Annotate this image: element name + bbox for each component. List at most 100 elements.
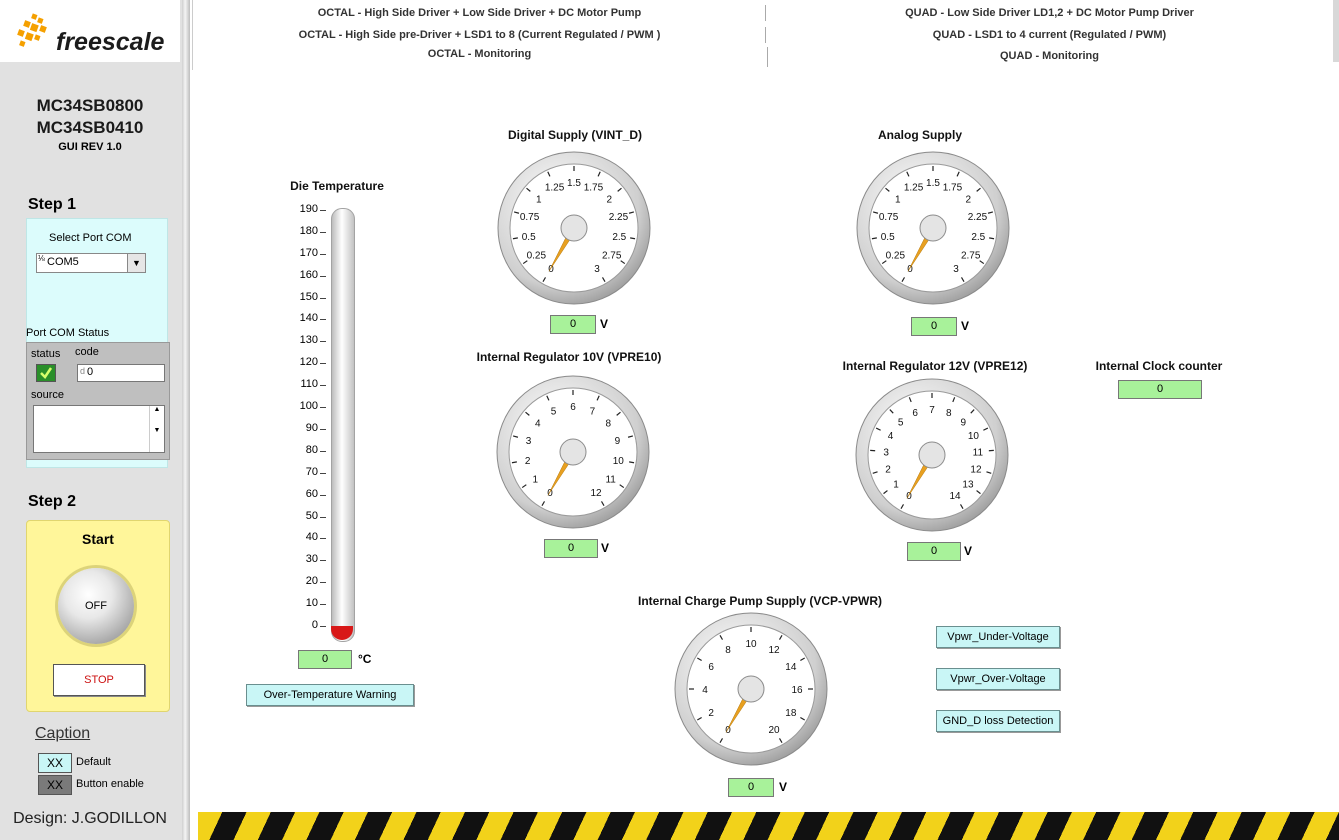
gauge-tick-label: 1: [533, 474, 539, 485]
chevron-down-icon[interactable]: ▼: [127, 254, 145, 272]
menu-octal-hsd[interactable]: OCTAL - High Side Driver + Low Side Driv…: [192, 7, 767, 19]
gauge-tick-label: 0: [547, 488, 553, 499]
gauge-tick-label: 18: [785, 708, 797, 719]
gauge-tick-label: 7: [929, 405, 935, 416]
thermo-tick-label: 80: [305, 443, 318, 456]
thermo-tick-label: 160: [299, 268, 318, 281]
thermo-tick-label: 170: [299, 246, 318, 259]
thermo-tick-label: 110: [300, 378, 318, 391]
knob-state-label: OFF: [85, 600, 107, 612]
thermo-tick-mark: [320, 582, 326, 584]
code-field[interactable]: d 0: [77, 364, 165, 382]
gauge-tick-label: 2: [606, 194, 612, 205]
menu-quad-current[interactable]: QUAD - LSD1 to 4 current (Regulated / PW…: [767, 29, 1332, 41]
thermo-tick-mark: [320, 363, 326, 365]
port-status-label: Port COM Status: [26, 327, 110, 339]
source-label: source: [31, 389, 65, 401]
thermo-tick-mark: [320, 604, 326, 606]
gauge-tick: [511, 461, 517, 464]
thermo-tick-label: 120: [299, 356, 318, 369]
thermo-tick-label: 50: [305, 509, 318, 522]
gauge-tick-label: 1.5: [567, 178, 581, 189]
gnd-d-loss-indicator[interactable]: GND_D loss Detection: [936, 710, 1060, 732]
thermo-tick-mark: [320, 450, 326, 452]
gauge-tick: [630, 237, 636, 240]
analog-unit: V: [961, 319, 970, 333]
status-check-icon: [36, 364, 56, 382]
gauge-tick-label: 4: [535, 418, 541, 429]
over-temperature-warning[interactable]: Over-Temperature Warning: [246, 684, 414, 706]
menu-quad-lsd[interactable]: QUAD - Low Side Driver LD1,2 + DC Motor …: [767, 7, 1332, 19]
gauge-tick-label: 0: [907, 264, 913, 275]
gauge-tick-label: 1.75: [943, 182, 963, 193]
gui-revision: GUI REV 1.0: [58, 141, 122, 153]
gauge-tick-label: 2.25: [968, 212, 988, 223]
chip-name-2: MC34SB0410: [36, 118, 144, 137]
gauge-tick-label: 7: [590, 406, 596, 417]
freescale-logo-text: freescale: [56, 28, 165, 56]
gauge-tick-label: 12: [970, 465, 982, 476]
gauge-hub: [918, 441, 946, 469]
vpre10-gauge: 012345 6 789101112: [496, 375, 650, 529]
menu-octal-monitoring[interactable]: OCTAL - Monitoring: [192, 48, 767, 60]
thermo-tick-label: 90: [305, 421, 318, 434]
hazard-stripe-banner: [198, 812, 1339, 840]
gauge-tick-label: 12: [590, 488, 602, 499]
menu-octal-pre-driver[interactable]: OCTAL - High Side pre-Driver + LSD1 to 8…: [192, 29, 767, 41]
thermo-tick-label: 140: [299, 312, 318, 325]
vpwr-under-voltage-indicator[interactable]: Vpwr_Under-Voltage: [936, 626, 1060, 648]
thermo-tick-mark: [320, 407, 326, 409]
start-knob-button[interactable]: OFF: [58, 568, 134, 644]
gauge-tick-label: 13: [962, 480, 974, 491]
thermo-tick-mark: [320, 626, 326, 627]
gauge-tick-label: 2: [708, 708, 714, 719]
clock-value: 0: [1118, 380, 1202, 399]
gauge-tick-label: 6: [570, 402, 576, 413]
gauge-tick-label: 0.25: [886, 250, 906, 261]
source-scrollbar[interactable]: ▲ ▼: [149, 406, 164, 452]
gauge-tick: [989, 237, 995, 240]
thermo-tick-mark: [320, 210, 326, 211]
vcp-unit: V: [779, 780, 788, 794]
thermo-tick-label: 0: [311, 619, 318, 631]
vcp-value: 0: [728, 778, 774, 797]
gauge-tick-label: 8: [605, 418, 611, 429]
vpre10-unit: V: [601, 541, 610, 555]
gauge-tick-label: 2: [525, 456, 531, 467]
gauge-tick-label: 0: [548, 264, 554, 275]
menu-quad-monitoring[interactable]: QUAD - Monitoring: [767, 50, 1332, 62]
gauge-tick-label: 14: [949, 491, 961, 502]
thermo-tick-mark: [320, 494, 326, 496]
gauge-tick-label: 20: [768, 725, 780, 736]
gauge-tick-label: 9: [961, 417, 967, 428]
vpwr-over-voltage-indicator[interactable]: Vpwr_Over-Voltage: [936, 668, 1060, 690]
designer-credit: Design: J.GODILLON: [13, 810, 167, 827]
thermo-tick-mark: [320, 253, 326, 255]
gauge-hub: [919, 214, 947, 242]
gauge-tick-label: 5: [551, 406, 557, 417]
thermo-tick-label: 180: [299, 224, 318, 237]
source-field[interactable]: ▲ ▼: [33, 405, 165, 453]
vint-d-value: 0: [550, 315, 596, 334]
gauge-tick: [512, 237, 518, 240]
gauge-tick-label: 2.75: [602, 250, 622, 261]
gauge-tick-label: 0.75: [879, 212, 899, 223]
gauge-tick-label: 4: [702, 685, 708, 696]
sidebar-divider: [182, 0, 190, 840]
gauge-tick-label: 1.25: [904, 182, 924, 193]
gauge-tick-label: 0.5: [522, 232, 536, 243]
gauge-tick-label: 3: [953, 264, 959, 275]
die-temp-unit: °C: [358, 652, 372, 666]
gauge-hub: [559, 438, 587, 466]
port-com-value: COM5: [47, 256, 79, 268]
gauge-tick-label: 1.25: [545, 182, 565, 193]
port-com-select[interactable]: ⅛ COM5 ▼: [36, 253, 146, 273]
gauge-tick-label: 3: [594, 264, 600, 275]
gauge-tick-label: 1: [536, 194, 542, 205]
vpre12-value: 0: [907, 542, 961, 561]
caption-default-swatch: XX: [38, 753, 72, 773]
gauge-tick-label: 2.5: [971, 232, 985, 243]
gauge-hub: [737, 675, 765, 703]
code-label: code: [75, 346, 99, 358]
stop-button[interactable]: STOP: [53, 664, 145, 696]
